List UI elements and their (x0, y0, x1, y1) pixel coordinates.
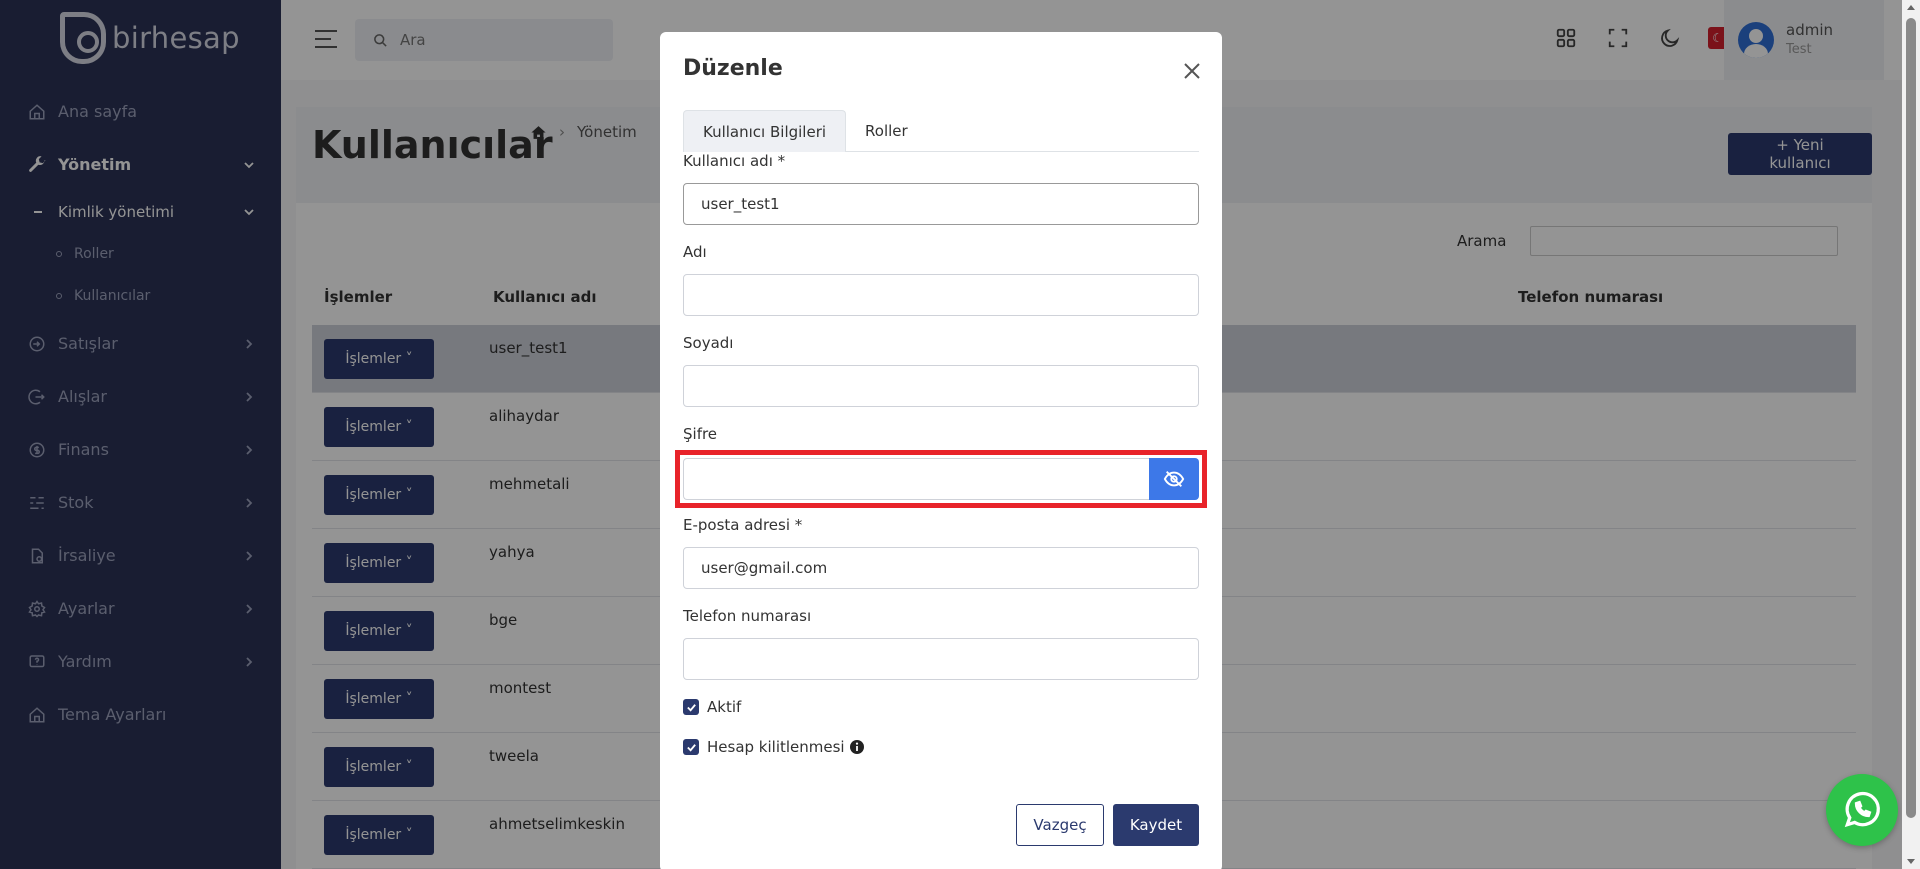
modal-title: Düzenle (683, 56, 783, 81)
modal-tabs: Kullanıcı Bilgileri Roller (683, 110, 1199, 152)
save-button[interactable]: Kaydet (1113, 804, 1199, 846)
phone-field[interactable] (683, 638, 1199, 680)
username-field[interactable] (683, 183, 1199, 225)
name-label: Adı (683, 243, 707, 261)
tab-kullanici-bilgileri[interactable]: Kullanıcı Bilgileri (683, 110, 847, 152)
password-label: Şifre (683, 425, 718, 443)
password-highlight-box (675, 450, 1207, 508)
scrollbar-thumb[interactable] (1906, 18, 1916, 818)
phone-label: Telefon numarası (683, 607, 812, 625)
active-checkbox-row[interactable]: Aktif (683, 698, 741, 716)
name-field[interactable] (683, 274, 1199, 316)
lockout-label: Hesap kilitlenmesi (707, 738, 845, 756)
page-scrollbar[interactable] (1902, 0, 1920, 869)
active-label: Aktif (707, 698, 742, 716)
active-checkbox[interactable] (683, 699, 699, 715)
whatsapp-icon (1844, 791, 1880, 828)
email-label: E-posta adresi * (683, 516, 803, 534)
username-label: Kullanıcı adı * (683, 152, 786, 170)
checkmark-icon (686, 743, 696, 752)
whatsapp-button[interactable] (1826, 774, 1898, 846)
edit-user-modal: Düzenle Kullanıcı Bilgileri Roller Kulla… (660, 32, 1222, 869)
surname-field[interactable] (683, 365, 1199, 407)
checkmark-icon (686, 703, 696, 712)
scroll-up-icon[interactable] (1907, 5, 1915, 10)
email-field[interactable] (683, 547, 1199, 589)
surname-label: Soyadı (683, 334, 734, 352)
tab-roller[interactable]: Roller (846, 110, 927, 152)
lockout-checkbox-row[interactable]: Hesap kilitlenmesi (683, 738, 865, 756)
scroll-down-icon[interactable] (1907, 859, 1915, 864)
close-icon[interactable] (1180, 60, 1204, 84)
cancel-button[interactable]: Vazgeç (1016, 804, 1104, 846)
lockout-checkbox[interactable] (683, 739, 699, 755)
info-icon[interactable] (849, 739, 865, 755)
